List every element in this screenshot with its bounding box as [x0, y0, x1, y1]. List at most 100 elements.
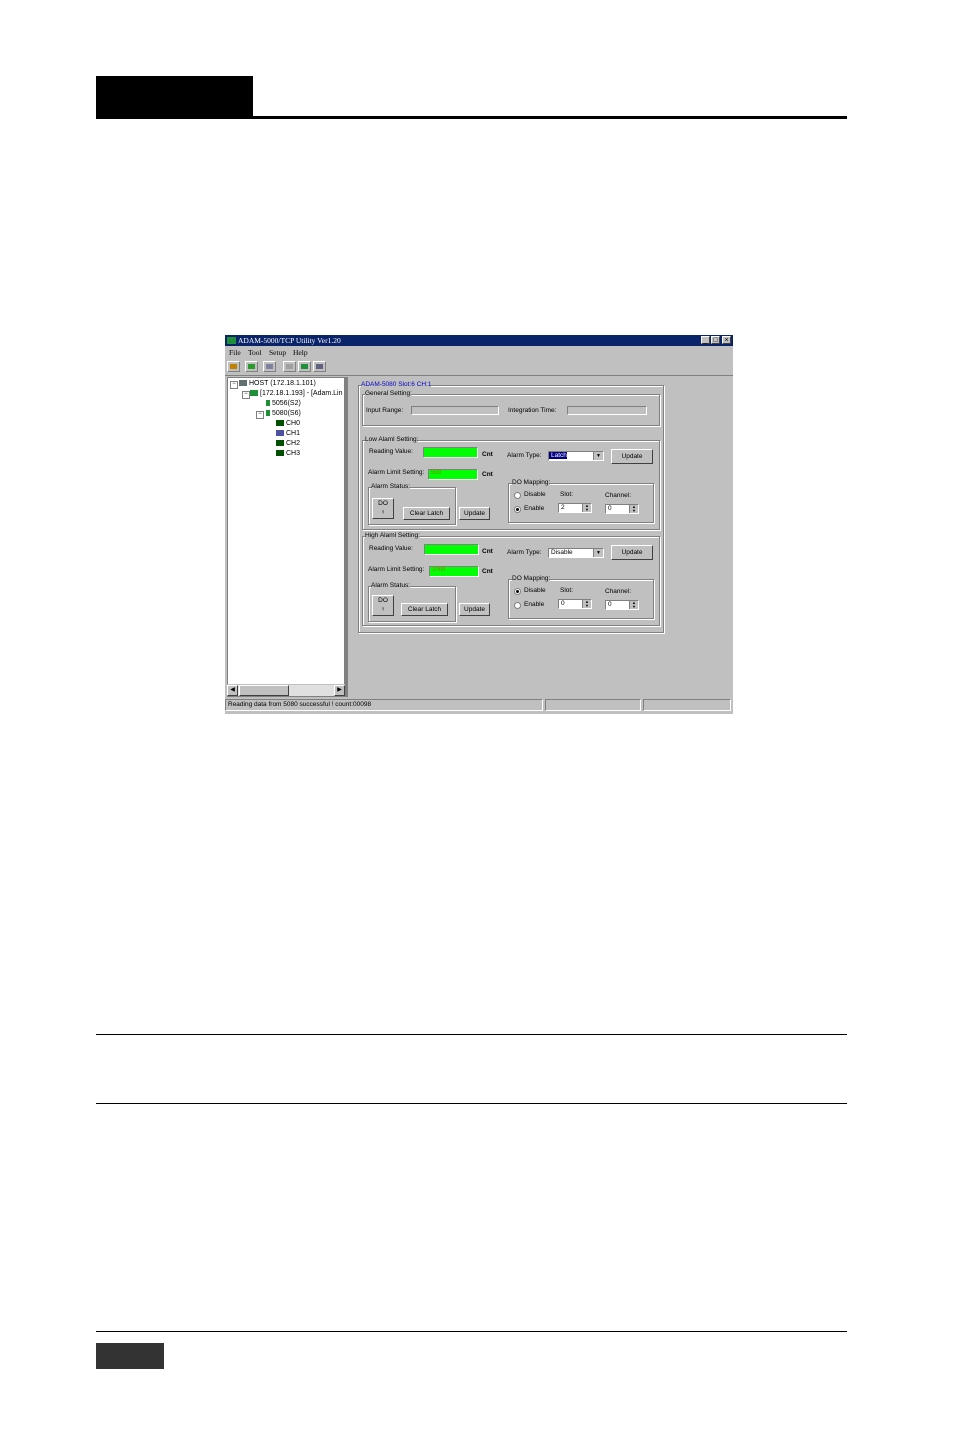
high-alarm-type-value: Disable	[551, 549, 573, 556]
tree-node-device[interactable]: [172.18.1.193] - [Adam.Lin	[250, 390, 343, 397]
low-limit-field[interactable]: 500	[428, 469, 478, 480]
low-clear-latch-button[interactable]: Clear Latch	[403, 507, 450, 520]
device-tree: − HOST (172.18.1.101) − [172.18.1.193] -…	[227, 377, 345, 697]
exit-tool-icon[interactable]	[227, 361, 240, 372]
scroll-thumb[interactable]	[239, 685, 289, 696]
toolbar	[225, 359, 733, 376]
low-channel-value: 0	[608, 505, 612, 512]
tree-node-channel[interactable]: CH3	[276, 450, 300, 457]
high-clear-latch-button[interactable]: Clear Latch	[401, 603, 448, 616]
low-do-label: DO	[378, 500, 388, 507]
high-channel-label: Channel:	[605, 588, 632, 595]
close-button[interactable]: ×	[722, 336, 731, 344]
low-disable-label: Disable	[524, 491, 546, 498]
high-slot-label: Slot:	[560, 587, 574, 594]
window-title: ADAM-5000/TCP Utility Ver1.20	[238, 336, 341, 345]
low-alarm-type-label: Alarm Type:	[507, 452, 542, 459]
host-icon	[239, 380, 247, 387]
low-channel-label: Channel:	[605, 492, 632, 499]
add-device-tool-icon[interactable]	[298, 361, 311, 372]
tree-scrollbar[interactable]: ◀ ▶	[227, 684, 345, 696]
tree-node-module[interactable]: 5056(S2)	[266, 400, 301, 407]
high-reading-label: Reading Value:	[369, 545, 413, 552]
bulb-icon: ♀	[380, 509, 386, 516]
low-do-button[interactable]: DO ♀	[372, 498, 394, 519]
low-enable-radio[interactable]	[514, 506, 521, 513]
high-channel-value: 0	[608, 601, 612, 608]
header-rule	[96, 116, 847, 119]
menu-setup[interactable]: Setup	[269, 348, 286, 357]
monitor-tool-icon[interactable]	[313, 361, 326, 372]
low-reading-field	[423, 447, 478, 458]
tree-node-host[interactable]: HOST (172.18.1.101)	[239, 380, 316, 387]
high-mapping-title: DO Mapping:	[512, 575, 551, 582]
zoom-tool-icon[interactable]	[263, 361, 276, 372]
menu-bar: File Tool Setup Help	[225, 347, 733, 358]
channel-icon	[276, 440, 284, 447]
high-do-button[interactable]: DO ♀	[372, 595, 394, 616]
menu-help[interactable]: Help	[293, 348, 308, 357]
tree-module-label: 5080(S6)	[272, 410, 301, 417]
tree-node-channel[interactable]: CH2	[276, 440, 300, 447]
high-update-status-button[interactable]: Update	[459, 603, 490, 616]
high-enable-radio[interactable]	[514, 602, 521, 609]
spin-arrows-icon[interactable]: ▲ ▼	[582, 504, 591, 512]
low-mapping-title: DO Mapping:	[512, 479, 551, 486]
dropdown-arrow-icon[interactable]: ▼	[593, 452, 603, 460]
tree-channel-label: CH3	[286, 450, 301, 457]
tree-node-module[interactable]: 5080(S6)	[266, 410, 301, 417]
search-host-tool-icon[interactable]	[245, 361, 258, 372]
module-icon	[266, 410, 270, 417]
status-message: Reading data from 5080 successful ! coun…	[225, 699, 543, 711]
low-alarm-title: Low Alaml Setting:	[365, 436, 419, 443]
tree-host-label: HOST (172.18.1.101)	[249, 380, 316, 387]
high-alarm-type-label: Alarm Type:	[507, 549, 542, 556]
tree-node-channel[interactable]: CH1	[276, 430, 300, 437]
high-update-type-button[interactable]: Update	[611, 545, 653, 560]
high-limit-label: Alarm Limit Setting:	[368, 566, 425, 573]
integration-time-label: Integration Time:	[508, 407, 557, 414]
low-update-status-button[interactable]: Update	[459, 507, 490, 520]
high-alarm-type-select[interactable]: Disable ▼	[548, 548, 604, 558]
integration-time-field[interactable]	[567, 406, 647, 415]
minimize-button[interactable]: _	[701, 336, 710, 344]
tree-node-channel[interactable]: CH0	[276, 420, 300, 427]
high-enable-label: Enable	[524, 601, 545, 608]
low-disable-radio[interactable]	[514, 492, 521, 499]
spin-arrows-icon[interactable]: ▲ ▼	[629, 601, 638, 609]
dropdown-arrow-icon[interactable]: ▼	[593, 549, 603, 557]
high-slot-value: 0	[561, 600, 565, 607]
low-slot-label: Slot:	[560, 491, 574, 498]
note-rule-bottom	[96, 1103, 847, 1104]
channel-icon	[276, 420, 284, 427]
low-slot-spinner[interactable]: 2 ▲ ▼	[558, 503, 592, 513]
high-slot-spinner[interactable]: 0 ▲ ▼	[558, 599, 592, 609]
maximize-button[interactable]: □	[711, 336, 720, 344]
high-channel-spinner[interactable]: 0 ▲ ▼	[605, 600, 639, 610]
low-limit-unit: Cnt	[482, 471, 493, 478]
module-icon	[266, 400, 270, 407]
input-range-field[interactable]	[411, 406, 499, 415]
channel-heading: ADAM-5080 Slot:6 CH:1	[361, 381, 432, 388]
high-disable-radio[interactable]	[514, 588, 521, 595]
high-disable-label: Disable	[524, 587, 546, 594]
collapse-host-icon[interactable]: −	[230, 381, 238, 389]
title-bar: ADAM-5000/TCP Utility Ver1.20 _ □ ×	[225, 335, 733, 346]
note-rule-top	[96, 1034, 847, 1035]
spin-arrows-icon[interactable]: ▲ ▼	[629, 505, 638, 513]
collapse-device-icon[interactable]: −	[242, 391, 250, 399]
bulb-icon: ♀	[380, 606, 386, 613]
menu-tool[interactable]: Tool	[248, 348, 262, 357]
spin-arrows-icon[interactable]: ▲ ▼	[582, 600, 591, 608]
general-setting-title: General Setting:	[365, 390, 412, 397]
collapse-module-icon[interactable]: −	[256, 411, 264, 419]
scroll-right-icon[interactable]: ▶	[334, 685, 345, 696]
high-limit-field[interactable]: 1000	[429, 566, 479, 577]
menu-file[interactable]: File	[229, 348, 241, 357]
low-channel-spinner[interactable]: 0 ▲ ▼	[605, 504, 639, 514]
low-update-type-button[interactable]: Update	[611, 449, 653, 464]
scroll-left-icon[interactable]: ◀	[227, 685, 238, 696]
delete-tool-icon[interactable]	[283, 361, 296, 372]
tree-channel-label: CH0	[286, 420, 301, 427]
low-alarm-type-select[interactable]: Latch ▼	[548, 451, 604, 461]
